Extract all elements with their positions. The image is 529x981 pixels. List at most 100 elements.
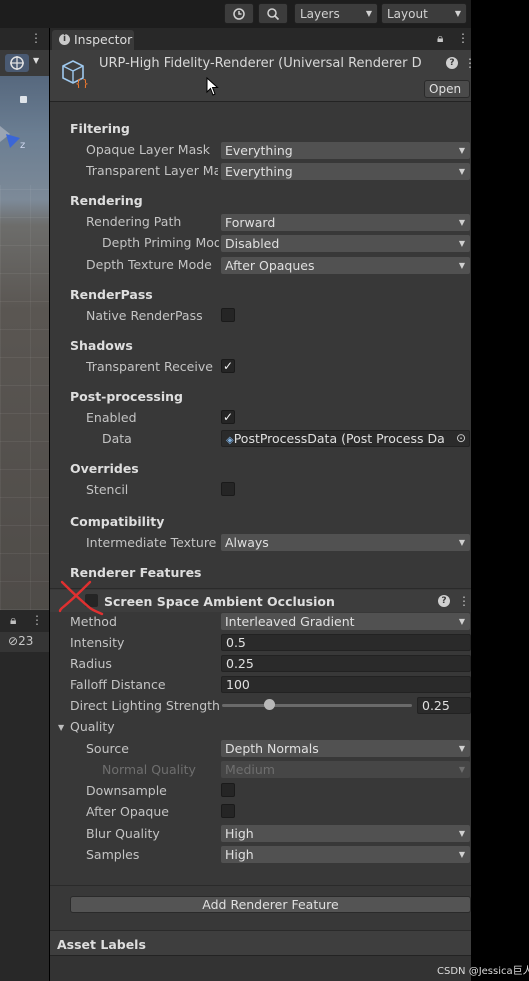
source-label: Source	[86, 741, 129, 756]
quality-foldout-arrow-icon[interactable]: ▼	[58, 723, 64, 732]
chevron-down-icon: ▼	[458, 850, 465, 859]
layers-label: Layers	[300, 6, 340, 21]
asset-labels-body	[50, 955, 471, 981]
menu-icon[interactable]: ⋮	[31, 613, 43, 627]
feature-title: Screen Space Ambient Occlusion	[104, 594, 335, 609]
lock-icon[interactable]: 🔒︎	[437, 31, 443, 46]
compatibility-heading: Compatibility	[70, 514, 165, 529]
transparent-receive-label: Transparent Receive	[86, 359, 213, 374]
watermark: CSDN @Jessica巨人	[437, 966, 529, 977]
search-button[interactable]	[258, 3, 288, 24]
checkmark-icon: ✓	[222, 359, 234, 373]
gizmo-button[interactable]	[5, 54, 29, 72]
transparent-layer-mask-dropdown[interactable]: Everything ▼	[221, 163, 470, 180]
svg-text:{}: {}	[75, 77, 89, 88]
downsample-checkbox[interactable]	[221, 783, 235, 797]
opaque-layer-mask-value: Everything	[225, 143, 293, 158]
intermediate-texture-dropdown[interactable]: Always ▼	[221, 534, 470, 551]
after-opaque-checkbox[interactable]	[221, 804, 235, 818]
radius-label: Radius	[70, 656, 112, 671]
quality-heading[interactable]: Quality	[70, 719, 150, 734]
tab-menu-icon[interactable]: ⋮	[457, 31, 469, 45]
asset-title: URP-High Fidelity-Renderer (Universal Re…	[99, 56, 422, 71]
post-processing-enabled-label: Enabled	[86, 410, 137, 425]
history-icon	[233, 7, 245, 20]
depth-priming-dropdown[interactable]: Disabled ▼	[221, 235, 470, 252]
overrides-heading: Overrides	[70, 461, 139, 476]
blur-quality-value: High	[225, 826, 254, 841]
red-cross-annotation	[58, 580, 104, 616]
add-renderer-feature-button[interactable]: Add Renderer Feature	[70, 896, 471, 913]
post-processing-heading: Post-processing	[70, 389, 183, 404]
source-dropdown[interactable]: Depth Normals ▼	[221, 740, 470, 757]
depth-texture-mode-label: Depth Texture Mode	[86, 257, 212, 272]
intermediate-texture-value: Always	[225, 535, 269, 550]
header-menu-icon[interactable]: ⋮	[464, 56, 476, 70]
chevron-down-icon: ▼	[458, 765, 465, 774]
blur-quality-dropdown[interactable]: High ▼	[221, 825, 470, 842]
layout-dropdown[interactable]: Layout ▼	[381, 3, 467, 24]
post-processing-data-label: Data	[102, 431, 132, 446]
lock-icon[interactable]	[20, 96, 27, 103]
depth-texture-mode-value: After Opaques	[225, 258, 315, 273]
opaque-layer-mask-dropdown[interactable]: Everything ▼	[221, 142, 470, 159]
axis-z-label: z	[20, 140, 26, 151]
samples-value: High	[225, 847, 254, 862]
direct-lighting-slider-thumb[interactable]	[264, 699, 275, 710]
scene-menu-icon[interactable]: ⋮	[30, 31, 42, 45]
feature-menu-icon[interactable]: ⋮	[458, 594, 470, 608]
depth-texture-mode-dropdown[interactable]: After Opaques ▼	[221, 257, 470, 274]
chevron-down-icon[interactable]: ▼	[33, 56, 39, 65]
visibility-count: 23	[18, 634, 34, 648]
crosshair-icon	[10, 56, 24, 70]
radius-field[interactable]: 0.25	[221, 655, 471, 672]
chevron-down-icon: ▼	[458, 538, 465, 547]
visibility-counter[interactable]: ⊘23	[8, 634, 33, 648]
blur-quality-label: Blur Quality	[86, 826, 160, 841]
normal-quality-label: Normal Quality	[102, 762, 196, 777]
stencil-checkbox[interactable]	[221, 482, 235, 496]
layers-dropdown[interactable]: Layers ▼	[294, 3, 378, 24]
hidden-eye-icon: ⊘	[8, 634, 19, 648]
samples-label: Samples	[86, 847, 140, 862]
direct-lighting-strength-field[interactable]: 0.25	[417, 697, 471, 714]
chevron-down-icon: ▼	[458, 146, 465, 155]
open-button[interactable]: Open	[424, 80, 470, 98]
filtering-heading: Filtering	[70, 121, 130, 136]
divider	[50, 588, 471, 589]
depth-priming-label: Depth Priming Mod	[102, 235, 219, 250]
shadows-heading: Shadows	[70, 338, 133, 353]
falloff-distance-field[interactable]: 100	[221, 676, 471, 693]
asset-labels-heading: Asset Labels	[57, 937, 146, 952]
post-processing-data-value: PostProcessData (Post Process Da	[233, 431, 445, 446]
history-button[interactable]	[224, 3, 254, 24]
native-renderpass-checkbox[interactable]	[221, 308, 235, 322]
direct-lighting-strength-label: Direct Lighting Strength	[70, 698, 220, 713]
transparent-layer-mask-value: Everything	[225, 164, 293, 179]
post-processing-data-field[interactable]: ◈PostProcessData (Post Process Da ⊙	[221, 430, 470, 447]
object-picker-icon[interactable]: ⊙	[456, 431, 466, 446]
help-icon[interactable]: ?	[446, 57, 458, 69]
method-dropdown[interactable]: Interleaved Gradient ▼	[221, 613, 470, 630]
samples-dropdown[interactable]: High ▼	[221, 846, 470, 863]
post-processing-enabled-checkbox[interactable]: ✓	[221, 410, 235, 424]
chevron-down-icon: ▼	[365, 9, 372, 18]
depth-priming-value: Disabled	[225, 236, 280, 251]
method-value: Interleaved Gradient	[225, 614, 355, 629]
lock-icon[interactable]: 🔒︎	[10, 613, 16, 628]
chevron-down-icon: ▼	[458, 167, 465, 176]
after-opaque-label: After Opaque	[86, 804, 169, 819]
direct-lighting-slider-track[interactable]	[222, 704, 412, 707]
transparent-receive-checkbox[interactable]: ✓	[221, 359, 235, 373]
chevron-down-icon: ▼	[458, 239, 465, 248]
opaque-layer-mask-label: Opaque Layer Mask	[86, 142, 210, 157]
native-renderpass-label: Native RenderPass	[86, 308, 203, 323]
rendering-path-dropdown[interactable]: Forward ▼	[221, 214, 470, 231]
checkmark-icon: ✓	[222, 410, 234, 424]
intensity-field[interactable]: 0.5	[221, 634, 471, 651]
source-value: Depth Normals	[225, 741, 319, 756]
stencil-label: Stencil	[86, 482, 129, 497]
help-icon[interactable]: ?	[438, 595, 450, 607]
normal-quality-value: Medium	[225, 762, 275, 777]
downsample-label: Downsample	[86, 783, 167, 798]
